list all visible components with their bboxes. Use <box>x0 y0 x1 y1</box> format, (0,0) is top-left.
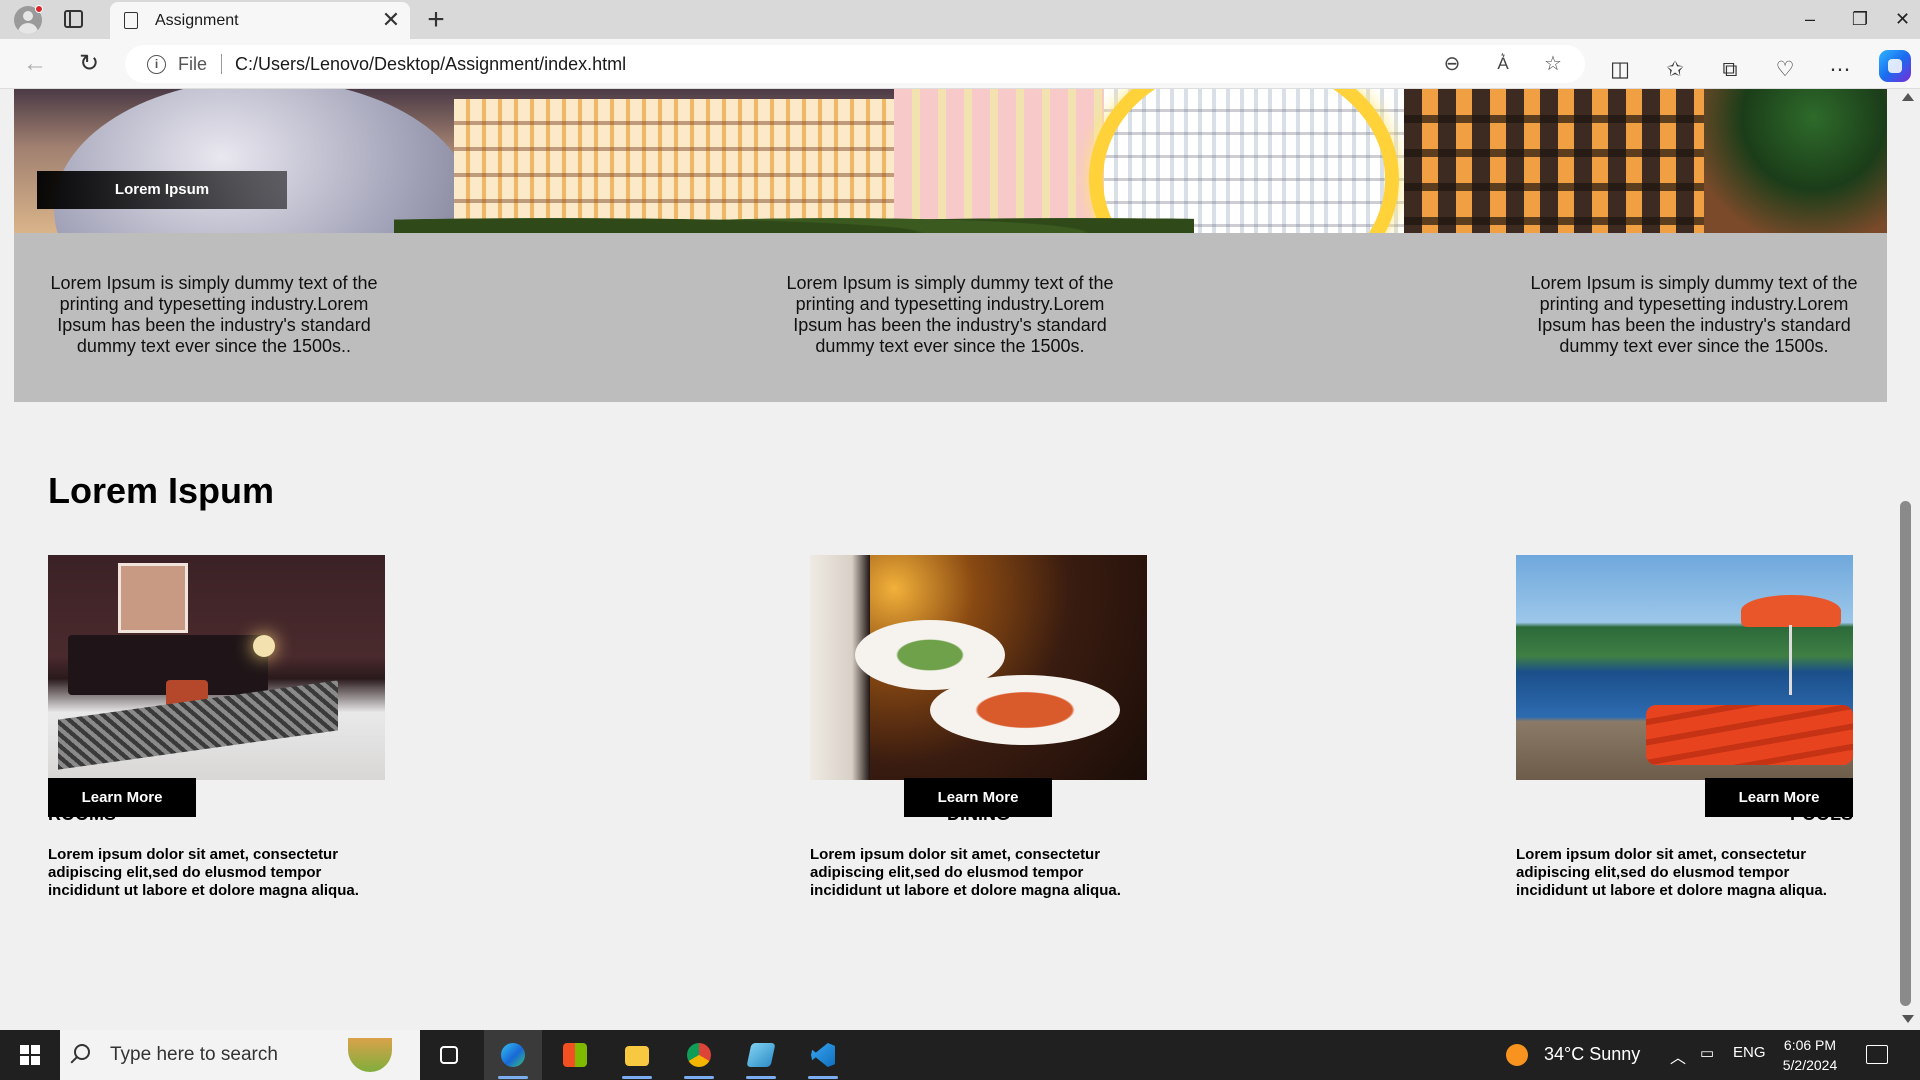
pools-image <box>1516 555 1853 780</box>
collections-icon[interactable]: ⧉ <box>1715 55 1745 85</box>
hero-trees <box>394 207 1194 233</box>
back-icon[interactable]: ← <box>18 47 52 81</box>
band-text: Lorem Ipsum is simply dummy text of the … <box>50 273 378 356</box>
card-dining: DINING Lorem ipsum dolor sit amet, conse… <box>810 555 1147 900</box>
tab-title: Assignment <box>155 12 239 29</box>
rooms-artwork <box>118 563 188 633</box>
tab-assignment[interactable]: Assignment ✕ <box>110 2 410 39</box>
minimize-icon[interactable]: – <box>1785 0 1835 39</box>
scrollbar-thumb[interactable] <box>1900 501 1911 1006</box>
card-description: Lorem ipsum dolor sit amet, consectetur … <box>48 846 359 899</box>
hero-banner: Lorem Ipsum <box>14 89 1887 233</box>
hero-label: Lorem Ipsum <box>37 171 287 209</box>
page-viewport: Lorem Ipsum Lorem Ipsum is simply dummy … <box>0 89 1920 1030</box>
weather-text[interactable]: 34°C Sunny <box>1544 1044 1640 1065</box>
info-icon[interactable]: i <box>147 55 166 74</box>
browser-toolbar: ← ↻ i File C:/Users/Lenovo/Desktop/Assig… <box>0 39 1920 89</box>
hero-building <box>1404 89 1704 233</box>
copilot-icon[interactable] <box>1879 50 1911 82</box>
band-text: Lorem Ipsum is simply dummy text of the … <box>786 273 1114 356</box>
pools-loungers <box>1646 705 1853 765</box>
battery-icon[interactable]: ▭ <box>1700 1044 1714 1062</box>
zoom-out-icon[interactable]: ⊖ <box>1438 50 1466 78</box>
vscode-icon[interactable] <box>794 1030 852 1080</box>
window-close-icon[interactable]: ✕ <box>1885 0 1920 39</box>
address-bar[interactable]: i File C:/Users/Lenovo/Desktop/Assignmen… <box>125 45 1585 83</box>
card-description: Lorem ipsum dolor sit amet, consectetur … <box>1516 846 1827 899</box>
address-divider <box>221 54 222 74</box>
learn-more-button[interactable]: Learn More <box>48 778 196 817</box>
chevron-up-icon[interactable]: ︿ <box>1670 1044 1686 1068</box>
read-aloud-icon[interactable]: A͛ <box>1489 50 1517 78</box>
vertical-scrollbar[interactable] <box>1896 89 1920 1030</box>
scroll-down-icon[interactable] <box>1902 1015 1914 1023</box>
scroll-up-icon[interactable] <box>1902 93 1914 101</box>
rooms-pillow <box>166 680 208 708</box>
task-view-icon[interactable] <box>420 1030 478 1080</box>
rooms-image <box>48 555 385 780</box>
open-indicator <box>622 1076 652 1079</box>
notepad-glyph <box>746 1043 776 1067</box>
open-indicator <box>808 1076 838 1079</box>
tab-actions-icon[interactable] <box>64 10 83 28</box>
weather-icon[interactable] <box>1506 1044 1528 1066</box>
notification-icon[interactable] <box>1866 1045 1888 1064</box>
browser-essentials-icon[interactable]: ♡ <box>1770 55 1800 85</box>
info-band: Lorem Ipsum is simply dummy text of the … <box>14 233 1887 402</box>
card-description: Lorem ipsum dolor sit amet, consectetur … <box>810 846 1121 899</box>
dining-image <box>810 555 1147 780</box>
url-text[interactable]: C:/Users/Lenovo/Desktop/Assignment/index… <box>235 54 626 75</box>
card-pools: POOLS Lorem ipsum dolor sit amet, consec… <box>1516 555 1853 900</box>
section-title: Lorem Ispum <box>48 470 275 511</box>
learn-more-button[interactable]: Learn More <box>904 778 1052 817</box>
chrome-glyph <box>687 1043 711 1067</box>
clock-date: 5/2/2024 <box>1782 1057 1838 1073</box>
page-icon <box>124 12 138 29</box>
taskbar-search-box[interactable]: Type here to search <box>60 1030 420 1080</box>
split-screen-icon[interactable]: ◫ <box>1605 55 1635 85</box>
plus-icon[interactable]: + <box>420 3 452 37</box>
active-indicator <box>498 1076 528 1079</box>
windows-start-icon[interactable] <box>20 1045 40 1065</box>
more-icon[interactable]: ⋯ <box>1825 55 1855 85</box>
store-glyph <box>563 1043 587 1067</box>
features-section: Lorem Ispum ROOMS Lorem ipsum dolor sit … <box>14 402 1887 1030</box>
task-view-glyph <box>440 1046 458 1064</box>
card-rooms: ROOMS Lorem ipsum dolor sit amet, consec… <box>48 555 385 900</box>
favorite-star-icon[interactable]: ☆ <box>1539 50 1567 78</box>
language-indicator[interactable]: ENG <box>1733 1044 1766 1061</box>
edge-glyph <box>501 1043 525 1067</box>
favorites-icon[interactable]: ✩ <box>1660 55 1690 85</box>
folder-glyph <box>625 1046 649 1066</box>
dining-plate <box>930 675 1120 745</box>
vscode-glyph <box>811 1043 835 1067</box>
address-scheme-label: File <box>178 54 208 74</box>
hero-palm-trees <box>1704 89 1887 233</box>
open-indicator <box>746 1076 776 1079</box>
search-highlight-art <box>348 1038 392 1072</box>
profile-notification-dot <box>35 5 43 13</box>
file-explorer-icon[interactable] <box>608 1030 666 1080</box>
windows-taskbar: Type here to search 34°C Sunny ︿ ▭ ENG 6… <box>0 1030 1920 1080</box>
chrome-icon[interactable] <box>670 1030 728 1080</box>
restore-icon[interactable]: ❐ <box>1835 0 1885 39</box>
close-icon[interactable]: ✕ <box>378 6 404 34</box>
search-icon <box>74 1044 90 1060</box>
clock-time: 6:06 PM <box>1783 1037 1837 1053</box>
rooms-lamp <box>253 635 275 657</box>
edge-icon[interactable] <box>484 1030 542 1080</box>
learn-more-button[interactable]: Learn More <box>1705 778 1853 817</box>
band-text: Lorem Ipsum is simply dummy text of the … <box>1530 273 1858 356</box>
notepad-icon[interactable] <box>732 1030 790 1080</box>
store-icon[interactable] <box>546 1030 604 1080</box>
browser-tab-bar: Assignment ✕ + – ❐ ✕ <box>0 0 1920 39</box>
clock[interactable]: 6:06 PM 5/2/2024 <box>1770 1035 1850 1075</box>
refresh-icon[interactable]: ↻ <box>72 47 106 81</box>
pools-umbrella <box>1741 595 1841 695</box>
open-indicator <box>684 1076 714 1079</box>
search-placeholder: Type here to search <box>110 1044 278 1065</box>
